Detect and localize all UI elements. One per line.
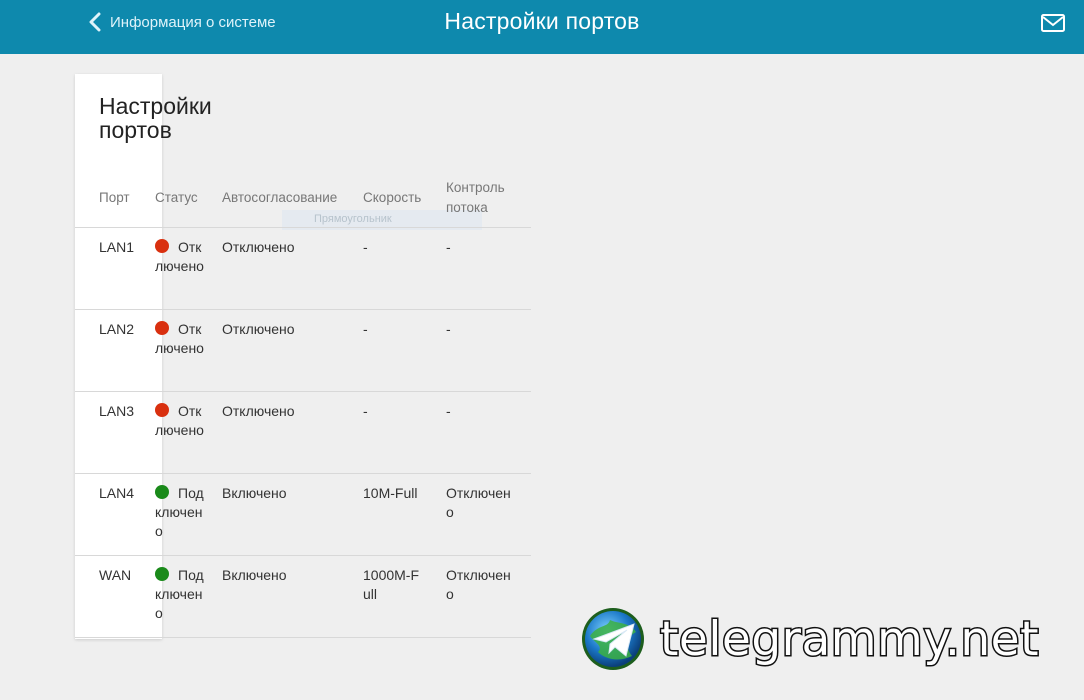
telegram-globe-icon <box>582 608 644 670</box>
card-title: Настройки портов <box>99 93 212 143</box>
top-bar: Информация о системе Настройки портов <box>0 0 1084 54</box>
mail-icon[interactable] <box>1040 12 1066 34</box>
status-off-icon <box>155 403 169 417</box>
table-header: Порт Статус Автосогласование Скорость Ко… <box>75 170 531 228</box>
header-port[interactable]: Порт <box>99 188 130 208</box>
status-on-icon <box>155 485 169 499</box>
table-row[interactable]: WAN Подключено Включено 1000M-Full Отклю… <box>75 556 531 638</box>
port-flow: - <box>446 321 451 337</box>
table-row[interactable]: LAN2 Отключено Отключено - - <box>75 310 531 392</box>
watermark: telegrammy.net <box>580 606 1040 672</box>
port-flow: Отключено <box>446 567 511 602</box>
table-row[interactable]: LAN1 Отключено Отключено - - <box>75 228 531 310</box>
header-status[interactable]: Статус <box>155 188 198 208</box>
watermark-text: telegrammy.net <box>658 610 1040 668</box>
port-status: Отключено <box>155 321 204 356</box>
port-status: Подключено <box>155 485 204 539</box>
port-name: LAN3 <box>99 403 135 419</box>
ports-table: Порт Статус Автосогласование Скорость Ко… <box>75 170 531 638</box>
page-title: Настройки портов <box>444 8 640 34</box>
table-row[interactable]: LAN3 Отключено Отключено - - <box>75 392 531 474</box>
header-flow[interactable]: Контроль потока <box>446 178 516 218</box>
port-flow: - <box>446 403 451 419</box>
port-flow: Отключено <box>446 485 511 520</box>
status-off-icon <box>155 239 169 253</box>
port-flow: - <box>446 239 451 255</box>
table-row[interactable]: LAN4 Подключено Включено 10M-Full Отключ… <box>75 474 531 556</box>
header-speed[interactable]: Скорость <box>363 188 421 208</box>
port-status: Отключено <box>155 239 204 274</box>
header-autoneg[interactable]: Автосогласование <box>222 188 337 208</box>
port-speed: - <box>363 239 368 255</box>
port-autoneg: Отключено <box>222 239 295 255</box>
port-name: LAN1 <box>99 239 135 255</box>
port-speed: - <box>363 321 368 337</box>
port-status: Отключено <box>155 403 204 438</box>
port-autoneg: Отключено <box>222 403 295 419</box>
port-autoneg: Включено <box>222 567 287 583</box>
port-autoneg: Включено <box>222 485 287 501</box>
port-name: WAN <box>99 567 132 583</box>
port-speed: 1000M-Full <box>363 567 420 602</box>
port-speed: 10M-Full <box>363 485 418 501</box>
status-on-icon <box>155 567 169 581</box>
port-status: Подключено <box>155 567 204 621</box>
port-autoneg: Отключено <box>222 321 295 337</box>
port-name: LAN2 <box>99 321 135 337</box>
status-off-icon <box>155 321 169 335</box>
port-speed: - <box>363 403 368 419</box>
port-name: LAN4 <box>99 485 135 501</box>
